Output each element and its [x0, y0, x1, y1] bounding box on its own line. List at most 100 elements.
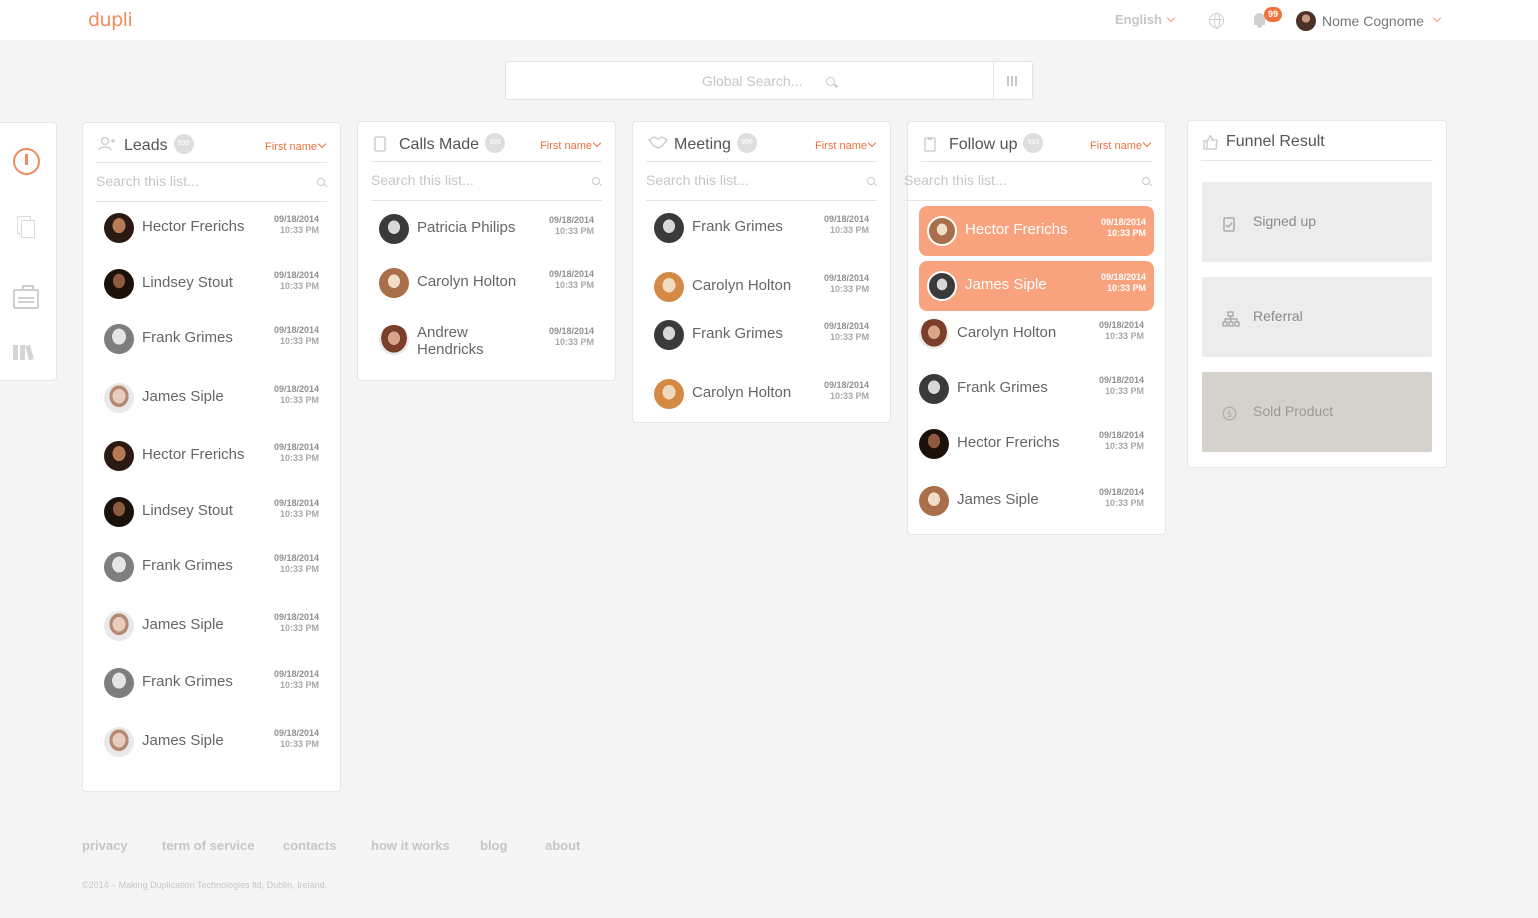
list-item[interactable]: Carolyn Holton 09/18/2014 10:33 PM — [371, 258, 602, 308]
timestamp: 09/18/2014 10:33 PM — [273, 669, 319, 690]
avatar — [104, 324, 134, 354]
list-search-input[interactable] — [371, 172, 571, 188]
list-search-input[interactable] — [904, 172, 1104, 188]
funnel-label: Sold Product — [1253, 403, 1334, 419]
timestamp: 09/18/2014 10:33 PM — [273, 384, 319, 405]
global-search-input[interactable]: Global Search... — [702, 73, 802, 89]
list-item[interactable]: Hector Frerichs 09/18/2014 10:33 PM — [911, 419, 1152, 469]
briefcase-icon[interactable] — [13, 285, 39, 309]
list-item[interactable]: Hector Frerichs 09/18/2014 10:33 PM — [96, 431, 327, 481]
footer-link-terms[interactable]: term of service — [162, 838, 255, 853]
list-item[interactable]: Lindsey Stout 09/18/2014 10:33 PM — [96, 259, 327, 309]
column-title: Calls Made 999 — [399, 133, 506, 155]
list-item[interactable]: Frank Grimes 09/18/2014 10:33 PM — [96, 314, 327, 364]
avatar — [654, 213, 684, 243]
column-header: Meeting 999 First name — [646, 122, 877, 162]
list-item[interactable]: Carolyn Holton 09/18/2014 10:33 PM — [646, 369, 877, 419]
list-item[interactable]: Frank Grimes 09/18/2014 10:33 PM — [911, 364, 1152, 414]
timestamp: 09/18/2014 10:33 PM — [823, 321, 869, 342]
sort-dropdown[interactable]: First name — [815, 138, 877, 152]
list-item-selected[interactable]: James Siple 09/18/2014 10:33 PM — [919, 261, 1154, 311]
column-title: Follow up 999 — [949, 133, 1044, 155]
contact-name: Frank Grimes — [142, 557, 233, 574]
search-icon — [867, 177, 875, 185]
language-selector[interactable]: English — [1115, 12, 1176, 27]
column-follow-up: Follow up999 First name Hector Frerichs 0… — [904, 121, 1166, 535]
list-item[interactable]: Frank Grimes 09/18/2014 10:33 PM — [646, 310, 877, 360]
chevron-down-icon — [1166, 13, 1176, 23]
clipboard-icon — [923, 136, 937, 157]
list-item[interactable]: James Siple 09/18/2014 10:33 PM — [911, 476, 1152, 526]
list-item[interactable]: Andrew Hendricks 09/18/2014 10:33 PM — [371, 315, 602, 371]
footer-link-how-it-works[interactable]: how it works — [371, 838, 450, 853]
globe-icon[interactable] — [1209, 13, 1224, 29]
list-item[interactable]: Patricia Philips 09/18/2014 10:33 PM — [371, 204, 602, 254]
avatar — [104, 727, 134, 757]
avatar — [927, 216, 957, 246]
filter-icon[interactable] — [1007, 76, 1019, 86]
avatar — [927, 271, 957, 301]
funnel-referral[interactable]: Referral — [1202, 277, 1432, 357]
funnel-sold-product[interactable]: $ Sold Product — [1202, 372, 1432, 452]
contact-name: James Siple — [142, 732, 224, 749]
user-icon — [98, 136, 116, 156]
list-search-input[interactable] — [646, 172, 846, 188]
list-item[interactable]: Frank Grimes 09/18/2014 10:33 PM — [96, 542, 327, 592]
list-search — [96, 164, 327, 202]
thumbs-up-icon — [1203, 134, 1219, 155]
contact-name: Carolyn Holton — [417, 273, 517, 290]
timestamp: 09/18/2014 10:33 PM — [1098, 430, 1144, 451]
timestamp: 09/18/2014 10:33 PM — [1098, 320, 1144, 341]
timestamp: 09/18/2014 10:33 PM — [1098, 487, 1144, 508]
avatar — [919, 374, 949, 404]
timestamp: 09/18/2014 10:33 PM — [273, 728, 319, 749]
global-search[interactable]: Global Search... — [505, 61, 1033, 100]
sort-dropdown[interactable]: First name — [540, 138, 602, 152]
notification-badge: 99 — [1264, 7, 1282, 22]
list-search-input[interactable] — [96, 173, 296, 189]
list-item[interactable]: James Siple 09/18/2014 10:33 PM — [96, 717, 327, 767]
footer-link-privacy[interactable]: privacy — [82, 838, 128, 853]
list-item[interactable]: Carolyn Holton 09/18/2014 10:33 PM — [911, 309, 1152, 359]
contact-name: Frank Grimes — [142, 329, 233, 346]
footer-link-contacts[interactable]: contacts — [283, 838, 336, 853]
timestamp: 09/18/2014 10:33 PM — [548, 326, 594, 347]
footer-link-blog[interactable]: blog — [480, 838, 507, 853]
sort-dropdown[interactable]: First name — [265, 139, 327, 153]
contact-name: James Siple — [965, 276, 1047, 293]
svg-text:$: $ — [1227, 410, 1233, 420]
list-item[interactable]: James Siple 09/18/2014 10:33 PM — [96, 373, 327, 423]
funnel-header: Funnel Result — [1201, 121, 1433, 161]
timestamp: 09/18/2014 10:33 PM — [273, 270, 319, 291]
dollar-circle-icon: $ — [1222, 406, 1237, 426]
contact-name: Andrew Hendricks — [417, 324, 484, 358]
list-item[interactable]: Lindsey Stout 09/18/2014 10:33 PM — [96, 487, 327, 537]
contact-name: Hector Frerichs — [142, 446, 245, 463]
list-item[interactable]: Frank Grimes 09/18/2014 10:33 PM — [96, 658, 327, 708]
footer-link-about[interactable]: about — [545, 838, 580, 853]
contact-name: Frank Grimes — [692, 325, 783, 342]
list-search — [904, 163, 1152, 201]
list-item[interactable]: Frank Grimes 09/18/2014 10:33 PM — [646, 203, 877, 253]
list-item[interactable]: Carolyn Holton 09/18/2014 10:33 PM — [646, 262, 877, 312]
list-item[interactable]: James Siple 09/18/2014 10:33 PM — [96, 601, 327, 651]
timestamp: 09/18/2014 10:33 PM — [273, 612, 319, 633]
contact-name: Carolyn Holton — [692, 384, 792, 401]
timestamp: 09/18/2014 10:33 PM — [823, 380, 869, 401]
avatar — [654, 320, 684, 350]
list-item-selected[interactable]: Hector Frerichs 09/18/2014 10:33 PM — [919, 206, 1154, 256]
avatar — [919, 486, 949, 516]
list-item[interactable]: Hector Frerichs 09/18/2014 10:33 PM — [96, 203, 327, 253]
timestamp: 09/18/2014 10:33 PM — [273, 214, 319, 235]
avatar — [104, 552, 134, 582]
contact-name: Patricia Philips — [417, 219, 516, 236]
sort-dropdown[interactable]: First name — [1090, 138, 1152, 152]
contact-name: James Siple — [142, 388, 224, 405]
documents-icon[interactable] — [17, 216, 35, 238]
funnel-signed-up[interactable]: Signed up — [1202, 182, 1432, 262]
logo[interactable]: dupli — [88, 9, 133, 31]
library-icon[interactable] — [13, 344, 35, 361]
dashboard-gauge-icon[interactable] — [13, 148, 40, 175]
avatar — [104, 383, 134, 413]
user-menu[interactable]: Nome Cognome — [1296, 11, 1442, 31]
